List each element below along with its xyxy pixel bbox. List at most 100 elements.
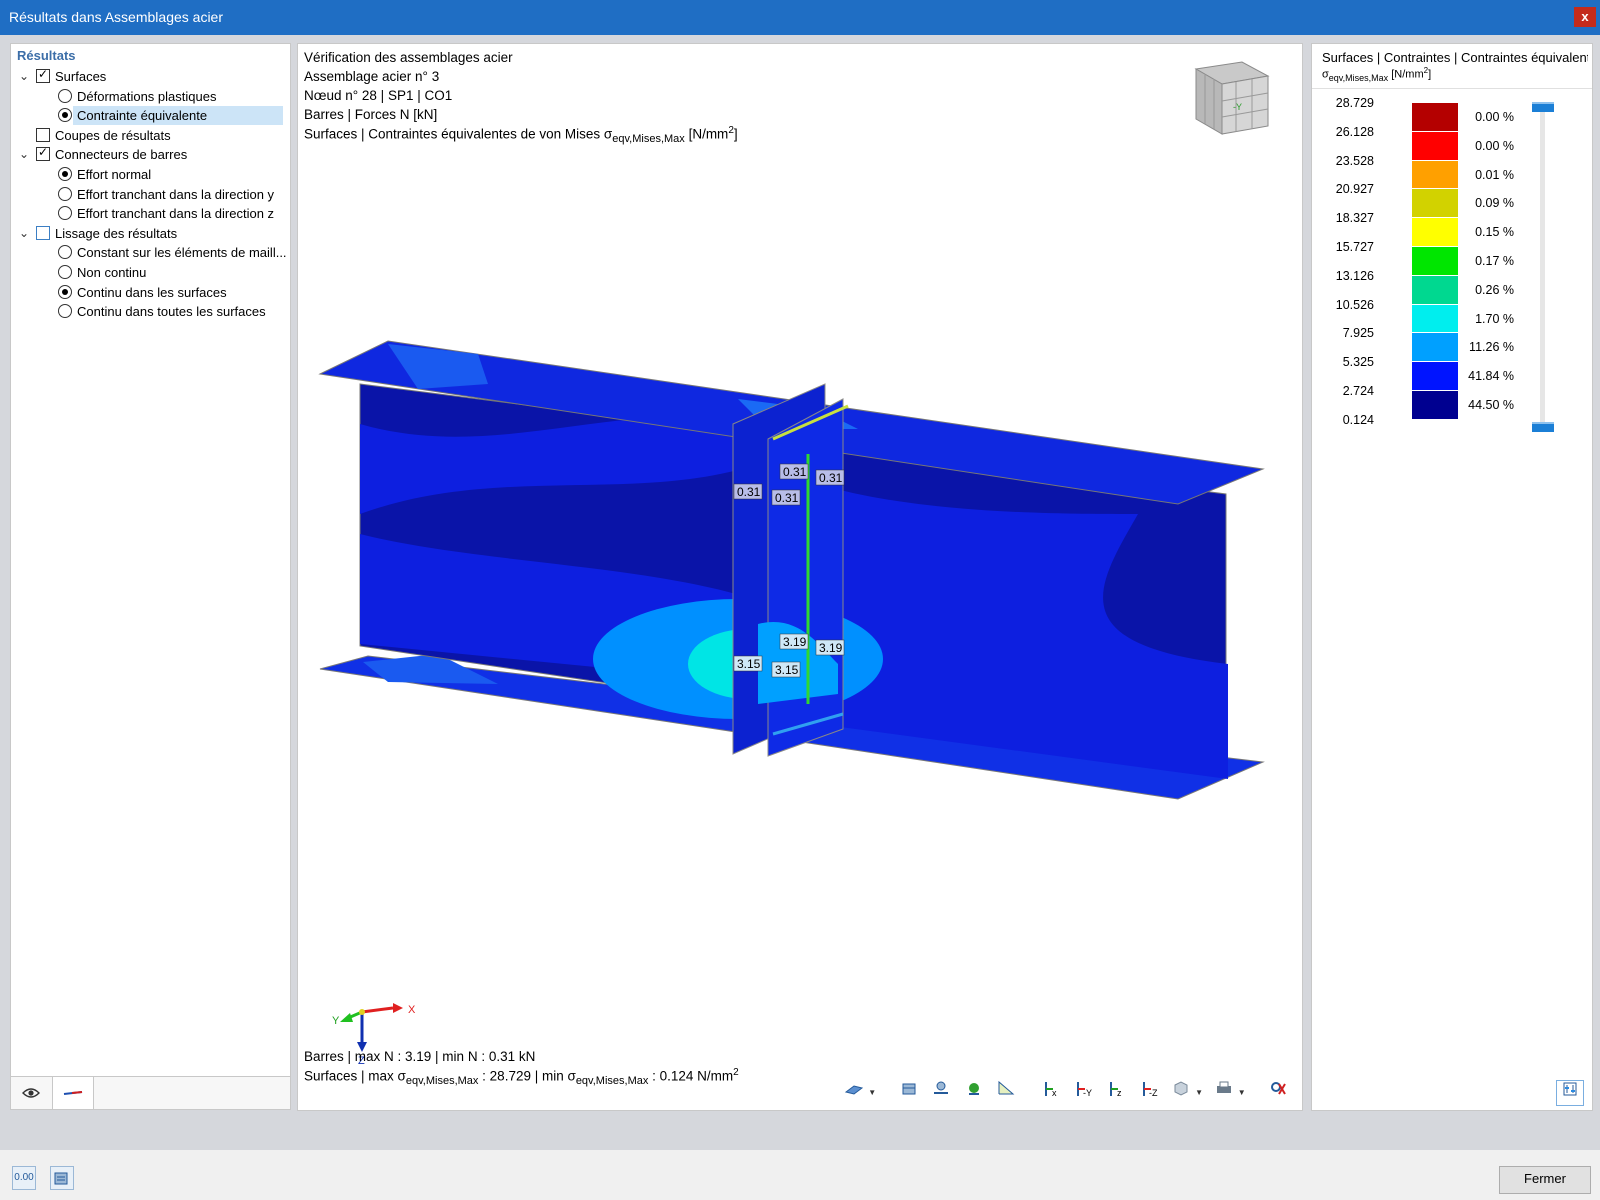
results-navigator: Résultats ⌄ Surfaces Déformations plastiqu… — [10, 43, 291, 1110]
view-x-button[interactable]: x — [1037, 1080, 1065, 1104]
legend-slider-min-handle[interactable] — [1532, 422, 1554, 432]
force-label: 0.31 — [819, 471, 843, 485]
color-legend-panel: Surfaces | Contraintes | Contraintes équ… — [1311, 43, 1593, 1111]
legend-value: 13.126 — [1335, 268, 1374, 283]
dialog-footer: 0.00 Fermer — [0, 1150, 1600, 1200]
summary-members: Barres | max N : 3.19 | min N : 0.31 kN — [304, 1049, 536, 1064]
legend-percentage: 44.50 % — [1468, 398, 1514, 412]
units-settings-button[interactable] — [50, 1166, 74, 1190]
tree-item[interactable]: Déformations plastiques — [11, 87, 290, 106]
results-viewport[interactable]: Vérification des assemblages acier Assem… — [297, 43, 1303, 1111]
legend-color-swatch — [1412, 130, 1458, 160]
view-minus-z-button[interactable]: -Z — [1135, 1080, 1163, 1104]
model-icon — [902, 1083, 915, 1095]
tree-item[interactable]: Continu dans toutes les surfaces — [11, 302, 290, 321]
print-button[interactable] — [1210, 1080, 1238, 1104]
force-label: 0.31 — [783, 465, 807, 479]
tree-item[interactable]: ⌄ Connecteurs de barres — [11, 145, 290, 164]
checkbox[interactable] — [36, 145, 50, 162]
radio-button[interactable] — [58, 265, 72, 279]
tree-item[interactable]: Effort tranchant dans la direction z — [11, 204, 290, 223]
legend-color-swatch — [1412, 217, 1458, 246]
tree-item[interactable]: Effort tranchant dans la direction y — [11, 185, 290, 204]
legend-slider-max-handle[interactable] — [1532, 102, 1554, 112]
view-toolbar: ▼ x -Y z -Z ▼ ▼ — [839, 1080, 1292, 1106]
decimal-places-button[interactable]: 0.00 — [12, 1166, 36, 1190]
title-bar: Résultats dans Assemblages acier x — [0, 0, 1600, 35]
view-x-icon: x — [1044, 1082, 1057, 1098]
load-icon — [968, 1083, 979, 1095]
radio-button[interactable] — [58, 284, 72, 299]
view-minus-z-icon: -Z — [1142, 1082, 1157, 1098]
tree-item[interactable]: Contrainte équivalente — [11, 106, 290, 125]
radio-button[interactable] — [58, 88, 72, 103]
legend-value: 23.528 — [1335, 153, 1374, 168]
radio-button[interactable] — [58, 108, 72, 123]
tree-item[interactable]: Continu dans les surfaces — [11, 283, 290, 302]
supports-view-button[interactable] — [927, 1080, 955, 1104]
legend-percentage: 0.00 % — [1475, 138, 1514, 153]
chevron-down-icon[interactable]: ⌄ — [19, 145, 33, 163]
force-label: 3.15 — [775, 663, 799, 677]
radio-button[interactable] — [58, 167, 72, 181]
radio-button[interactable] — [58, 186, 72, 201]
model-view-button[interactable] — [895, 1080, 923, 1104]
radio-button[interactable] — [58, 245, 72, 260]
checkbox[interactable] — [36, 127, 50, 142]
results-view-button[interactable] — [992, 1080, 1020, 1104]
results-tab[interactable] — [52, 1077, 94, 1109]
legend-color-swatch — [1412, 159, 1458, 189]
display-tab[interactable] — [11, 1077, 51, 1109]
tree-item-label: Effort tranchant dans la direction y — [77, 186, 275, 202]
force-label: 0.31 — [775, 491, 799, 505]
window-close-button[interactable]: x — [1574, 7, 1596, 27]
axis-y-label: Y — [332, 1015, 340, 1027]
legend-value: 20.927 — [1335, 182, 1374, 197]
svg-text:-Y: -Y — [1083, 1088, 1092, 1098]
legend-value: 7.925 — [1342, 326, 1374, 341]
legend-value: 15.727 — [1335, 240, 1374, 254]
chevron-down-icon[interactable]: ⌄ — [19, 67, 33, 85]
view-minus-y-icon: -Y — [1077, 1082, 1092, 1098]
tree-item[interactable]: ⌄ Surfaces — [11, 67, 290, 86]
force-label: 3.19 — [783, 635, 807, 649]
results-diagram-icon — [998, 1080, 1015, 1095]
chevron-down-icon[interactable]: ⌄ — [19, 224, 33, 242]
checkbox[interactable] — [36, 67, 50, 83]
tree-item-label: Surfaces — [55, 69, 107, 84]
tree-item-label: Continu dans les surfaces — [77, 284, 227, 300]
checkbox[interactable] — [36, 225, 50, 240]
tree-item[interactable]: Non continu — [11, 263, 290, 282]
view-minus-y-button[interactable]: -Y — [1069, 1080, 1097, 1104]
view-z-button[interactable]: z — [1102, 1080, 1130, 1104]
tree-item-label: Connecteurs de barres — [55, 147, 188, 163]
radio-button[interactable] — [58, 304, 72, 319]
display-mode-button[interactable] — [840, 1080, 868, 1104]
navigator-header: Résultats — [17, 48, 76, 63]
surface-display-icon — [845, 1085, 864, 1095]
legend-settings-button[interactable] — [1556, 1080, 1584, 1106]
legend-color-swatch — [1412, 246, 1458, 275]
print-dropdown-icon[interactable]: ▼ — [1238, 1088, 1248, 1097]
legend-color-swatch — [1412, 188, 1458, 218]
tree-item[interactable]: Constant sur les éléments de maill... — [11, 243, 290, 262]
display-mode-dropdown-icon[interactable]: ▼ — [868, 1088, 878, 1097]
legend-subtitle: σeqv,Mises,Max [N/mm2] — [1322, 66, 1432, 83]
tree-item-label: Coupes de résultats — [55, 127, 171, 143]
clear-selection-button[interactable] — [1264, 1080, 1292, 1104]
legend-range-slider[interactable] — [1540, 104, 1545, 430]
close-button[interactable]: Fermer — [1499, 1166, 1591, 1194]
isometric-dropdown-icon[interactable]: ▼ — [1195, 1088, 1205, 1097]
tree-item[interactable]: ⌄ Lissage des résultats — [11, 224, 290, 243]
view-cube-icon[interactable]: -Y — [1194, 61, 1270, 135]
force-label: 3.19 — [819, 641, 843, 655]
loads-view-button[interactable] — [960, 1080, 988, 1104]
radio-button[interactable] — [58, 206, 72, 221]
isometric-view-button[interactable] — [1167, 1080, 1195, 1104]
model-3d-view[interactable]: -Y 0.31 0.31 0.31 0.31 3.19 3.19 3.15 3.… — [298, 44, 1302, 1110]
tree-item[interactable]: Coupes de résultats — [11, 126, 290, 145]
legend-percentage: 0.00 % — [1475, 110, 1514, 124]
legend-percentage: 11.26 % — [1469, 340, 1514, 355]
svg-text:z: z — [1117, 1088, 1122, 1098]
tree-item[interactable]: Effort normal — [11, 165, 290, 184]
